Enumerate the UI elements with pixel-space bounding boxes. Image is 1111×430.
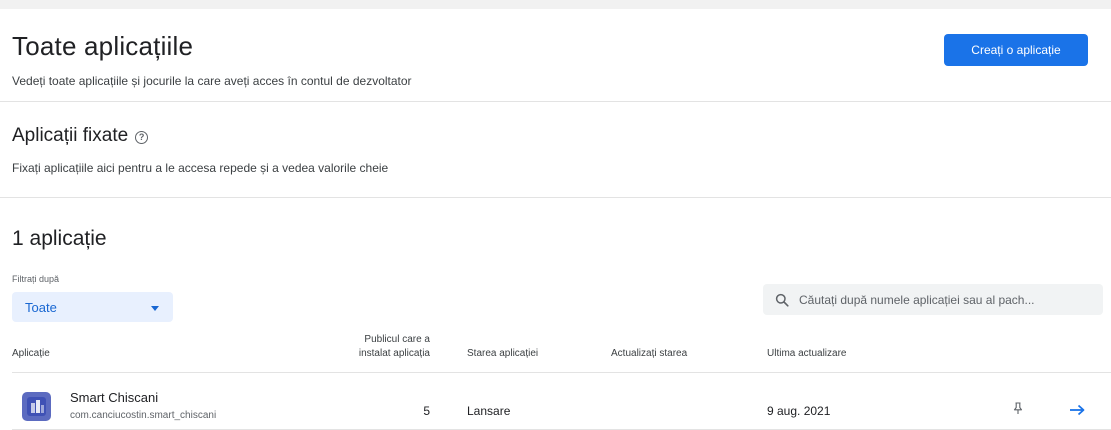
column-header-last-update[interactable]: Ultima actualizare	[767, 348, 846, 359]
search-placeholder: Căutați după numele aplicației sau al pa…	[799, 292, 1035, 307]
filter-label: Filtrați după	[12, 274, 60, 284]
pin-icon[interactable]	[1012, 402, 1024, 415]
page-container: Toate aplicațiile Vedeți toate aplicații…	[0, 9, 1111, 430]
last-update-date: 9 aug. 2021	[767, 404, 831, 418]
app-count-title: 1 aplicație	[12, 227, 107, 251]
page-subtitle: Vedeți toate aplicațiile și jocurile la …	[12, 74, 412, 88]
pinned-section-title: Aplicații fixate ?	[12, 125, 149, 147]
divider	[12, 372, 1111, 373]
column-header-status[interactable]: Starea aplicației	[467, 348, 538, 359]
app-icon-bar	[41, 405, 44, 413]
header-installed-line1: Publicul care a	[364, 334, 430, 345]
caret-down-icon	[151, 305, 159, 311]
search-icon	[775, 293, 789, 307]
filter-dropdown[interactable]: Toate	[12, 292, 173, 322]
app-icon-bar	[36, 400, 40, 413]
column-header-installed[interactable]: Publicul care a instalat aplicația	[300, 333, 430, 361]
search-input[interactable]: Căutați după numele aplicației sau al pa…	[763, 284, 1103, 315]
app-count-text: 1 aplicație	[12, 227, 107, 250]
pinned-title-text: Aplicații fixate	[12, 125, 129, 146]
app-status: Lansare	[467, 404, 511, 418]
app-icon	[22, 392, 51, 421]
pinned-description: Fixați aplicațiile aici pentru a le acce…	[12, 161, 389, 175]
divider	[0, 101, 1111, 102]
create-app-button[interactable]: Creați o aplicație	[944, 34, 1088, 66]
app-package: com.canciucostin.smart_chiscani	[70, 410, 217, 421]
column-header-app[interactable]: Aplicație	[12, 348, 50, 359]
table-row[interactable]: Smart Chiscani com.canciucostin.smart_ch…	[12, 382, 1111, 430]
header-installed-line2: instalat aplicația	[358, 348, 430, 359]
help-circle-icon[interactable]: ?	[135, 130, 149, 144]
app-icon-bar	[31, 403, 35, 413]
divider	[0, 197, 1111, 198]
app-name[interactable]: Smart Chiscani	[70, 390, 158, 405]
filter-value: Toate	[25, 299, 57, 315]
page-title: Toate aplicațiile	[12, 31, 194, 61]
arrow-right-icon[interactable]	[1069, 404, 1085, 416]
column-header-update-status[interactable]: Actualizați starea	[611, 348, 687, 359]
installed-count: 5	[423, 404, 430, 418]
